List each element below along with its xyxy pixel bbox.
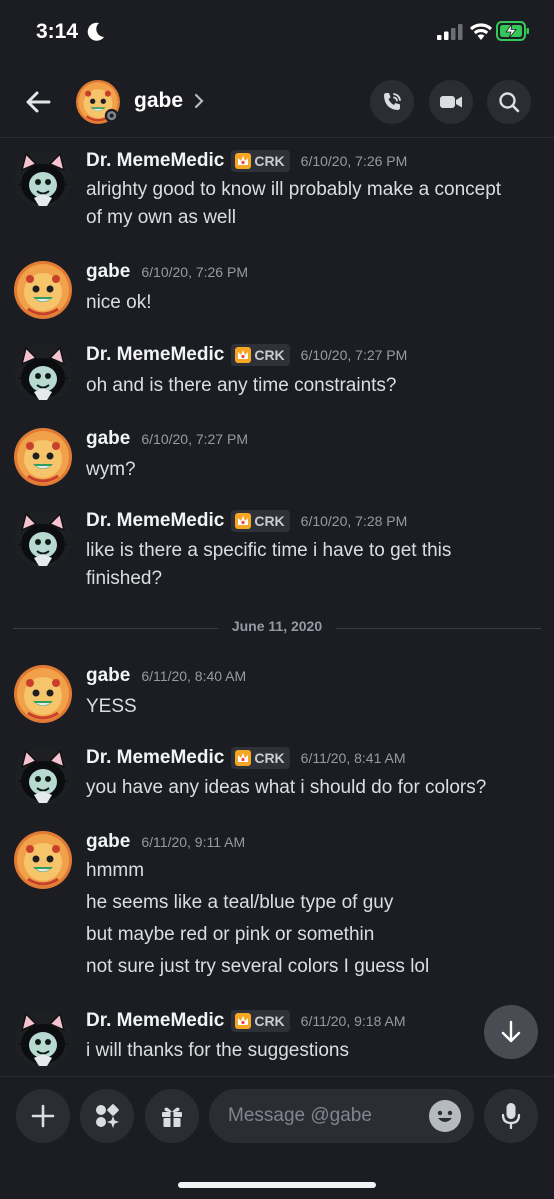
wifi-icon (470, 23, 492, 40)
message-text: wym? (86, 459, 136, 480)
message-text: but maybe red or pink or somethin (86, 924, 375, 945)
server-tag[interactable]: CRK (231, 510, 290, 532)
video-call-button[interactable] (429, 80, 473, 124)
gift-icon (162, 1107, 182, 1127)
avatar[interactable] (14, 665, 72, 723)
phone-call-icon (384, 93, 401, 110)
status-bar: 3:14 (0, 0, 554, 66)
avatar[interactable] (76, 80, 120, 124)
call-button[interactable] (370, 80, 414, 124)
emoji-button[interactable] (429, 1100, 461, 1132)
crown-badge-icon (235, 153, 252, 169)
avatar[interactable] (14, 150, 72, 208)
server-tag[interactable]: CRK (231, 747, 290, 769)
message-text: he seems like a teal/blue type of guy (86, 892, 394, 913)
message-text: finished? (86, 568, 163, 589)
arrow-down-icon (501, 1020, 521, 1043)
message-author[interactable]: Dr. MemeMedic (86, 344, 224, 366)
message-timestamp: 6/10/20, 7:26 PM (141, 264, 248, 280)
avatar[interactable] (14, 344, 72, 402)
back-button[interactable] (22, 86, 54, 118)
message-text: hmmm (86, 860, 145, 881)
message-author[interactable]: Dr. MemeMedic (86, 150, 224, 172)
chat-header: gabe (0, 66, 554, 138)
apps-icon (96, 1104, 119, 1128)
message-text: oh and is there any time constraints? (86, 375, 397, 396)
message-text: like is there a specific time i have to … (86, 540, 452, 561)
crown-badge-icon (235, 1013, 252, 1029)
status-time: 3:14 (36, 20, 79, 43)
avatar[interactable] (14, 261, 72, 319)
avatar[interactable] (14, 510, 72, 568)
avatar[interactable] (14, 831, 72, 889)
search-icon (499, 92, 520, 113)
message-timestamp: 6/11/20, 9:18 AM (300, 1013, 406, 1029)
message-author[interactable]: gabe (86, 665, 130, 687)
message-text: nice ok! (86, 292, 152, 313)
message-text: alrighty good to know ill probably make … (86, 179, 502, 200)
message-text: i will thanks for the suggestions (86, 1040, 349, 1061)
voice-message-button[interactable] (484, 1089, 538, 1143)
gift-button[interactable] (145, 1089, 199, 1143)
crown-badge-icon (235, 347, 252, 363)
message-text: YESS (86, 696, 137, 717)
message-author[interactable]: Dr. MemeMedic (86, 510, 224, 532)
message-author[interactable]: gabe (86, 261, 130, 283)
server-tag[interactable]: CRK (231, 150, 290, 172)
signal-icon (437, 24, 463, 40)
microphone-icon (501, 1103, 521, 1130)
header-username[interactable]: gabe (134, 89, 183, 113)
avatar[interactable] (14, 1010, 72, 1068)
message-timestamp: 6/11/20, 8:41 AM (300, 750, 406, 766)
message-author[interactable]: gabe (86, 831, 130, 853)
crown-badge-icon (235, 513, 252, 529)
apps-button[interactable] (80, 1089, 134, 1143)
message-timestamp: 6/10/20, 7:26 PM (300, 153, 408, 169)
battery-charging-icon (496, 21, 529, 41)
message-author[interactable]: Dr. MemeMedic (86, 747, 224, 769)
avatar[interactable] (14, 747, 72, 805)
message-timestamp: 6/11/20, 9:11 AM (141, 834, 246, 850)
message-text: not sure just try several colors I guess… (86, 956, 430, 977)
message-author[interactable]: Dr. MemeMedic (86, 1010, 224, 1032)
plus-icon (31, 1104, 55, 1128)
jump-to-bottom-button[interactable] (484, 1005, 538, 1059)
message-timestamp: 6/10/20, 7:27 PM (141, 431, 248, 447)
crown-badge-icon (235, 750, 252, 766)
chevron-right-icon[interactable] (193, 93, 205, 109)
avatar[interactable] (14, 428, 72, 486)
video-camera-icon (440, 96, 462, 108)
home-indicator[interactable] (178, 1182, 376, 1188)
message-text: of my own as well (86, 207, 236, 228)
search-button[interactable] (487, 80, 531, 124)
message-text: you have any ideas what i should do for … (86, 777, 487, 798)
server-tag[interactable]: CRK (231, 1010, 290, 1032)
server-tag[interactable]: CRK (231, 344, 290, 366)
emoji-icon (430, 1101, 460, 1131)
moon-icon (87, 22, 104, 41)
add-attachment-button[interactable] (16, 1089, 70, 1143)
message-timestamp: 6/10/20, 7:28 PM (300, 513, 408, 529)
message-author[interactable]: gabe (86, 428, 130, 450)
message-timestamp: 6/10/20, 7:27 PM (300, 347, 408, 363)
date-divider-label: June 11, 2020 (217, 618, 337, 634)
message-list[interactable]: Dr. MemeMedic CRK 6/10/20, 7:26 PM alrig… (0, 139, 554, 1076)
message-composer (0, 1076, 554, 1199)
message-timestamp: 6/11/20, 8:40 AM (141, 668, 247, 684)
